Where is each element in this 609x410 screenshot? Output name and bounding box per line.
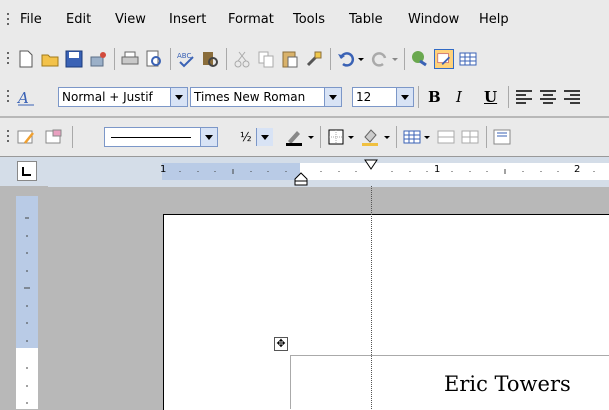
tables-borders-toolbar: ½: [0, 118, 609, 156]
italic-button[interactable]: I: [456, 87, 462, 107]
cut-icon[interactable]: [232, 49, 252, 69]
menu-view[interactable]: View: [115, 11, 146, 29]
border-dropdown-icon[interactable]: [346, 127, 356, 147]
spelling-icon[interactable]: ABC: [176, 49, 196, 69]
font-value: Times New Roman: [194, 90, 306, 104]
menu-format[interactable]: Format: [228, 11, 274, 29]
print-preview-icon[interactable]: [144, 49, 164, 69]
table-border-left: [290, 355, 291, 409]
table-move-handle-icon[interactable]: ✥: [274, 337, 288, 351]
chevron-down-icon[interactable]: [256, 128, 273, 146]
table-border-top: [290, 355, 609, 356]
horizontal-ruler-bar: 1 1 2: [0, 156, 609, 187]
vertical-ruler-ticks: [24, 217, 30, 404]
undo-dropdown-icon[interactable]: [356, 49, 366, 69]
tables-borders-icon[interactable]: [434, 49, 454, 69]
align-left-icon[interactable]: [514, 87, 534, 107]
menu-insert[interactable]: Insert: [169, 11, 206, 29]
align-top-icon[interactable]: [492, 127, 512, 147]
indent-guide-line: [371, 186, 372, 409]
align-right-icon[interactable]: [562, 87, 582, 107]
standard-toolbar: ABC: [0, 40, 609, 78]
chevron-down-icon[interactable]: [200, 128, 217, 146]
chevron-down-icon[interactable]: [324, 88, 341, 106]
style-dropdown[interactable]: Normal + Justif: [58, 87, 188, 107]
format-painter-icon[interactable]: [304, 49, 324, 69]
vertical-ruler[interactable]: [16, 196, 38, 409]
paste-icon[interactable]: [280, 49, 300, 69]
menu-edit[interactable]: Edit: [66, 11, 91, 29]
menu-table[interactable]: Table: [349, 11, 383, 29]
document-text[interactable]: Eric Towers: [444, 372, 571, 396]
toolbar-grip-icon[interactable]: [6, 12, 10, 28]
permission-icon[interactable]: [88, 49, 108, 69]
line-weight-value: ½: [240, 130, 252, 144]
insert-table-dropdown-icon[interactable]: [422, 127, 432, 147]
split-cells-icon[interactable]: [460, 127, 480, 147]
formatting-toolbar: A Normal + Justif Times New Roman 12 B I…: [0, 78, 609, 116]
bold-button[interactable]: B: [428, 87, 441, 107]
border-color-dropdown-icon[interactable]: [306, 127, 316, 147]
eraser-icon[interactable]: [44, 127, 64, 147]
insert-table-icon[interactable]: [402, 127, 422, 147]
save-icon[interactable]: [64, 49, 84, 69]
merge-cells-icon[interactable]: [436, 127, 456, 147]
align-center-icon[interactable]: [538, 87, 558, 107]
chevron-down-icon[interactable]: [396, 88, 413, 106]
hyperlink-icon[interactable]: [410, 49, 430, 69]
menu-bar: File Edit View Insert Format Tools Table…: [0, 0, 609, 40]
horizontal-ruler[interactable]: 1 1 2: [160, 163, 609, 180]
print-icon[interactable]: [120, 49, 140, 69]
line-style-dropdown[interactable]: [104, 127, 218, 147]
toolbar-grip-icon[interactable]: [6, 51, 10, 67]
hanging-indent-marker-icon[interactable]: [294, 172, 308, 186]
font-size-value: 12: [356, 90, 372, 104]
open-folder-icon[interactable]: [40, 49, 60, 69]
ruler-ticks: [179, 169, 595, 174]
menu-window[interactable]: Window: [408, 11, 459, 29]
underline-button[interactable]: U: [484, 87, 497, 107]
svg-text:ABC: ABC: [177, 52, 191, 60]
font-size-dropdown[interactable]: 12: [352, 87, 414, 107]
border-color-icon[interactable]: [284, 127, 304, 147]
first-line-indent-marker-icon[interactable]: [364, 159, 378, 171]
redo-icon[interactable]: [370, 49, 390, 69]
outside-border-icon[interactable]: [326, 127, 346, 147]
new-document-icon[interactable]: [16, 49, 36, 69]
tab-selector-icon[interactable]: [17, 161, 37, 181]
style-value: Normal + Justif: [62, 90, 153, 104]
menu-tools[interactable]: Tools: [293, 11, 325, 29]
svg-text:A: A: [16, 89, 29, 107]
redo-dropdown-icon[interactable]: [390, 49, 400, 69]
toolbar-grip-icon[interactable]: [6, 89, 10, 105]
font-dropdown[interactable]: Times New Roman: [190, 87, 342, 107]
toolbar-grip-icon[interactable]: [6, 129, 10, 145]
menu-file[interactable]: File: [20, 11, 42, 29]
undo-icon[interactable]: [336, 49, 356, 69]
line-style-preview: [111, 137, 191, 138]
shading-dropdown-icon[interactable]: [382, 127, 392, 147]
chevron-down-icon[interactable]: [170, 88, 187, 106]
line-weight-dropdown[interactable]: ½: [222, 127, 274, 147]
draw-table-icon[interactable]: [16, 127, 36, 147]
shading-color-icon[interactable]: [360, 127, 380, 147]
research-icon[interactable]: [200, 49, 220, 69]
insert-table-icon[interactable]: [458, 49, 478, 69]
styles-formatting-icon[interactable]: A: [16, 87, 36, 107]
copy-icon[interactable]: [256, 49, 276, 69]
menu-help[interactable]: Help: [479, 11, 509, 29]
